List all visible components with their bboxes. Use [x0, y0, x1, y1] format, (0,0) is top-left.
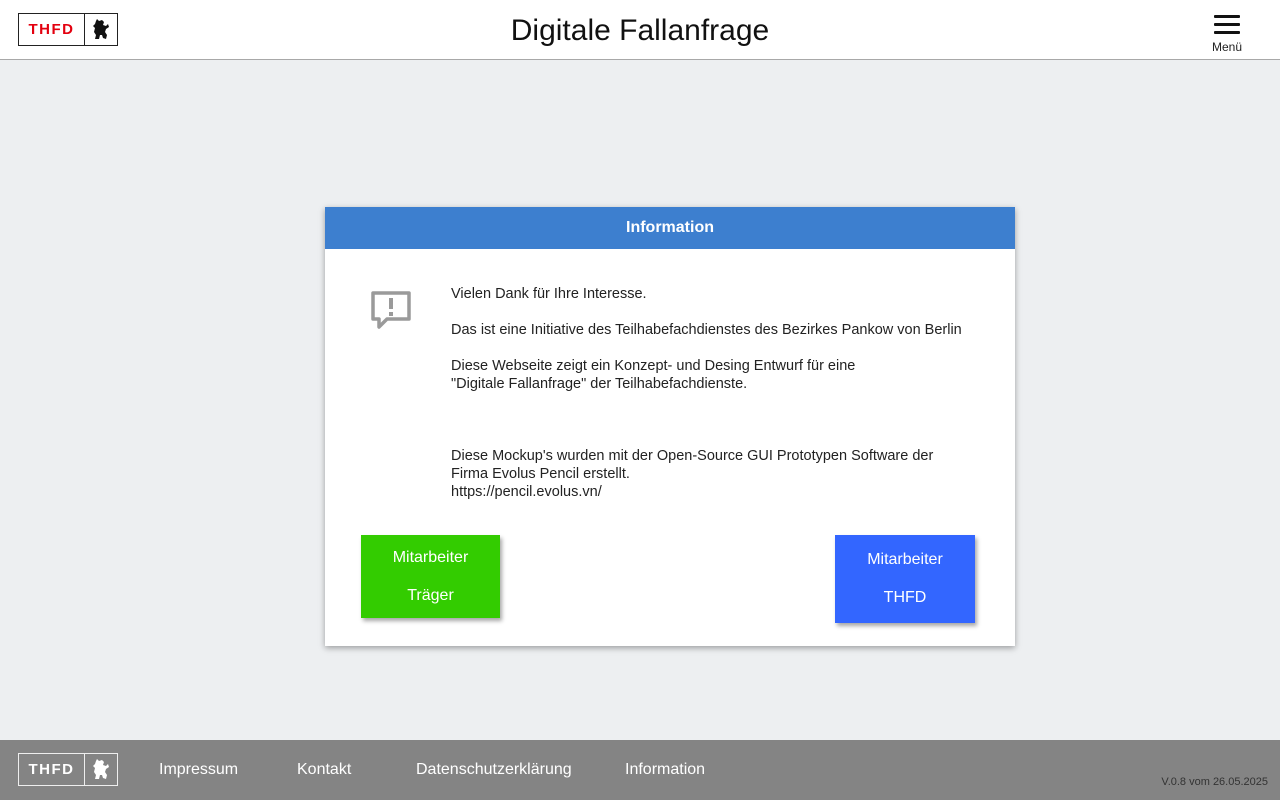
- footer-link-kontakt[interactable]: Kontakt: [297, 761, 351, 779]
- pencil-url: https://pencil.evolus.vn/: [451, 484, 602, 500]
- footer-link-information[interactable]: Information: [625, 761, 705, 779]
- menu-button[interactable]: Menü: [1206, 12, 1248, 54]
- thanks-text: Vielen Dank für Ihre Interesse.: [451, 286, 647, 302]
- initiative-text: Das ist eine Initiative des Teilhabefach…: [451, 322, 962, 338]
- footer-logo-text: THFD: [19, 754, 85, 785]
- menu-label: Menü: [1211, 40, 1243, 54]
- information-dialog: Information Vielen Dank für Ihre Interes…: [325, 207, 1015, 646]
- mitarbeiter-traeger-button[interactable]: Mitarbeiter Träger: [361, 535, 500, 618]
- button-label-line1: Mitarbeiter: [392, 548, 469, 566]
- footer-link-impressum[interactable]: Impressum: [159, 761, 238, 779]
- footer: THFD Impressum Kontakt Datenschutzerklär…: [0, 740, 1280, 800]
- button-label-line2: THFD: [883, 589, 927, 606]
- hamburger-icon: [1214, 15, 1240, 34]
- version-label: V.0.8 vom 26.05.2025: [1161, 776, 1268, 788]
- dialog-text: Vielen Dank für Ihre Interesse. Das ist …: [451, 285, 991, 501]
- concept-text-line1: Diese Webseite zeigt ein Konzept- und De…: [451, 358, 856, 374]
- mockup-text-line1: Diese Mockup's wurden mit der Open-Sourc…: [451, 448, 934, 464]
- dialog-title: Information: [325, 207, 1015, 249]
- berlin-bear-icon: [85, 754, 117, 785]
- button-label-line1: Mitarbeiter: [867, 551, 943, 568]
- concept-text-line2: "Digitale Fallanfrage" der Teilhabefachd…: [451, 376, 748, 392]
- page-title: Digitale Fallanfrage: [510, 14, 770, 47]
- footer-thfd-logo[interactable]: THFD: [18, 753, 118, 786]
- button-label-line2: Träger: [407, 586, 454, 604]
- header: THFD Digitale Fallanfrage Menü: [0, 0, 1280, 60]
- mitarbeiter-thfd-button[interactable]: Mitarbeiter THFD: [835, 535, 975, 623]
- feedback-alert-icon: [369, 289, 413, 333]
- mockup-text-line2: Firma Evolus Pencil erstellt.: [451, 466, 630, 482]
- footer-link-datenschutz[interactable]: Datenschutzerklärung: [416, 761, 572, 779]
